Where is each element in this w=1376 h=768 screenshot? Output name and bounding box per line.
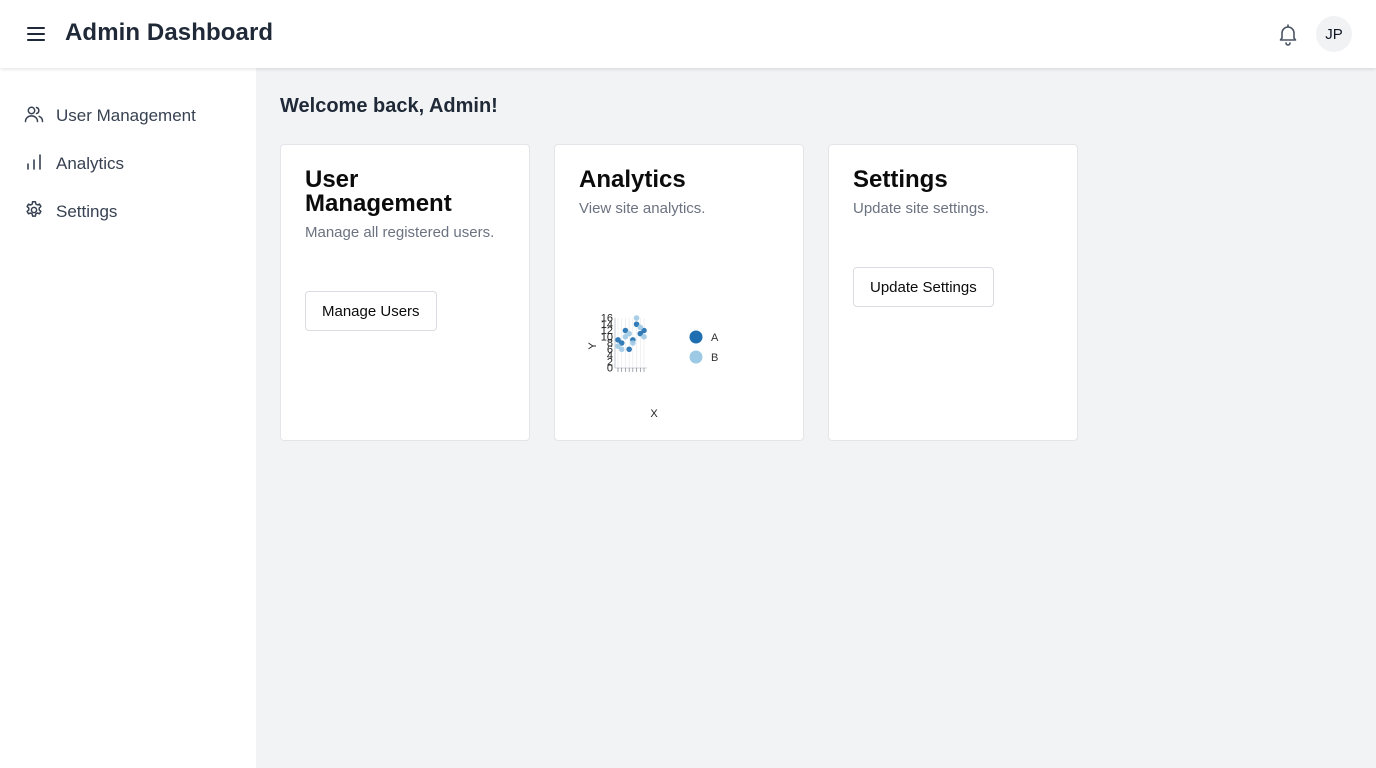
data-point-b: [618, 346, 625, 353]
sidebar-item-label: Analytics: [56, 154, 125, 173]
menu-icon[interactable]: [24, 22, 48, 46]
bell-icon[interactable]: [1276, 22, 1300, 46]
sidebar-item-label: User Management: [56, 106, 196, 125]
user-management-card: User Management Manage all registered us…: [280, 144, 530, 441]
settings-card: Settings Update site settings. Update Se…: [828, 144, 1078, 441]
top-bar: Admin Dashboard JP: [0, 0, 1376, 68]
legend-label: B: [711, 352, 718, 364]
data-point-a: [626, 346, 632, 353]
x-axis-label: X: [650, 408, 658, 420]
card-description: Manage all registered users.: [305, 224, 495, 241]
users-icon: [24, 104, 44, 129]
card-title: Analytics: [579, 166, 686, 193]
analytics-scatter-chart: 0246810121416XYAB: [587, 313, 719, 421]
legend-label: A: [711, 332, 719, 344]
main-content: Welcome back, Admin! User Management Man…: [256, 68, 1376, 768]
card-description: Update site settings.: [853, 200, 989, 217]
y-tick-label: 16: [601, 313, 613, 325]
sidebar-item-user-management[interactable]: User Management: [24, 102, 196, 130]
card-description: View site analytics.: [579, 200, 706, 217]
data-point-b: [626, 330, 632, 337]
sidebar-item-analytics[interactable]: Analytics: [24, 150, 124, 178]
avatar[interactable]: JP: [1316, 16, 1352, 52]
manage-users-button[interactable]: Manage Users: [305, 291, 437, 331]
data-point-b: [637, 324, 644, 331]
y-axis-label: Y: [587, 342, 599, 350]
legend-marker-a: [689, 330, 703, 344]
update-settings-button[interactable]: Update Settings: [853, 267, 994, 307]
card-title: User Management: [305, 166, 452, 217]
data-point-b: [641, 333, 647, 340]
data-point-b: [630, 340, 636, 346]
legend-marker-b: [689, 350, 703, 364]
welcome-heading: Welcome back, Admin!: [280, 95, 498, 117]
sidebar-item-settings[interactable]: Settings: [24, 198, 117, 226]
sidebar-item-label: Settings: [56, 202, 118, 221]
bar-chart-icon: [24, 152, 44, 177]
sidebar: User Management Analytics Settings: [0, 68, 256, 768]
card-title: Settings: [853, 166, 948, 193]
app-title: Admin Dashboard: [65, 19, 274, 46]
gear-icon: [24, 200, 44, 225]
analytics-card: Analytics View site analytics. 0 2 4 6 8 10 12…: [554, 144, 804, 441]
data-point-b: [633, 315, 640, 321]
